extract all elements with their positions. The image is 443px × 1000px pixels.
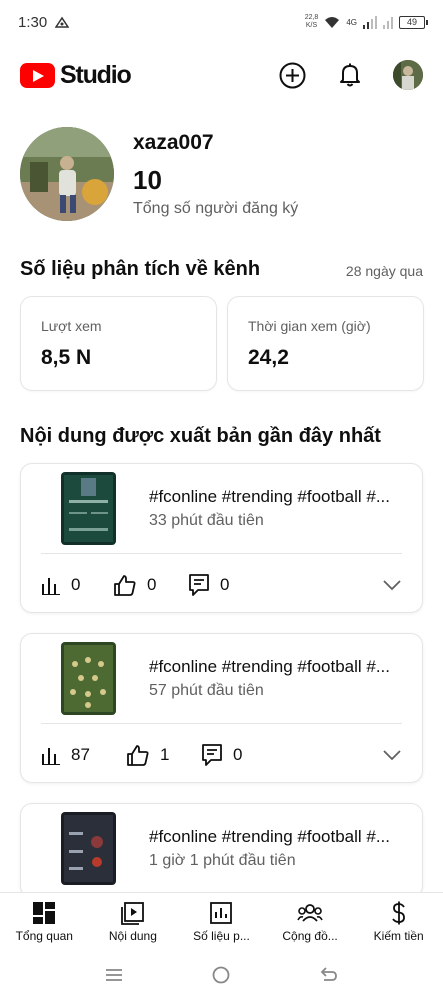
notifications-button[interactable] <box>335 60 365 90</box>
youtube-studio-logo[interactable]: Studio <box>20 60 132 90</box>
video-title: #fconline #trending #football #... <box>149 827 391 846</box>
analytics-title: Số liệu phân tích về kênh <box>20 258 261 280</box>
back-icon[interactable] <box>319 966 339 984</box>
status-time: 1:30 <box>18 13 48 31</box>
add-circle-icon <box>279 62 305 88</box>
nav-label: Nội dung <box>108 929 157 943</box>
nav-label: Số liệu p... <box>193 929 250 943</box>
video-stats: 0 0 0 <box>41 570 402 600</box>
video-thumbnail-image-icon <box>61 642 116 715</box>
thumbs-up-icon <box>127 745 149 766</box>
comments-stat: 0 <box>201 743 242 767</box>
dashboard-icon <box>33 902 56 924</box>
video-time: 1 giờ 1 phút đầu tiên <box>149 852 296 869</box>
video-card[interactable]: #fconline #trending #football #... 57 ph… <box>20 633 423 783</box>
channel-header: xaza007 10 Tổng số người đăng ký <box>20 127 298 221</box>
bell-icon <box>340 63 360 87</box>
nav-label: Cộng đồ... <box>282 929 338 943</box>
video-thumbnail[interactable] <box>61 812 116 885</box>
analytics-icon <box>210 902 233 924</box>
comments-count: 0 <box>220 575 230 594</box>
signal-icon <box>363 15 377 29</box>
channel-avatar[interactable] <box>20 127 114 221</box>
status-bar: 1:30 22,8 K/S 4G 49 <box>0 0 443 44</box>
create-button[interactable] <box>277 60 307 90</box>
avatar-image-icon <box>393 60 423 90</box>
wifi-icon <box>325 16 340 28</box>
nav-label: Tổng quan <box>15 929 73 943</box>
likes-stat: 1 <box>126 744 201 766</box>
likes-count: 1 <box>160 745 170 764</box>
notification-icon <box>55 16 70 28</box>
video-info[interactable]: #fconline #trending #football #... 1 giờ… <box>21 804 422 894</box>
watch-time-card[interactable]: Thời gian xem (giờ) 24,2 <box>227 296 424 391</box>
divider <box>41 553 402 554</box>
nav-item-community[interactable]: Cộng đồ... <box>266 893 355 950</box>
watch-time-label: Thời gian xem (giờ) <box>248 318 371 334</box>
youtube-logo-icon <box>20 62 55 88</box>
system-navigation-bar <box>0 950 443 1000</box>
comments-stat: 0 <box>188 573 229 597</box>
video-info[interactable]: #fconline #trending #football #... 57 ph… <box>21 634 422 724</box>
video-thumbnail[interactable] <box>61 642 116 715</box>
signal-icon-2 <box>383 16 393 29</box>
content-icon <box>120 902 144 925</box>
nav-label: Kiếm tiền <box>373 929 424 943</box>
channel-name: xaza007 <box>133 130 214 154</box>
analytics-period: 28 ngày qua <box>345 263 423 279</box>
video-title: #fconline #trending #football #... <box>149 657 391 676</box>
video-title: #fconline #trending #football #... <box>149 487 391 506</box>
views-value: 8,5 N <box>41 346 92 369</box>
subscriber-label: Tổng số người đăng ký <box>133 199 299 217</box>
app-title: Studio <box>60 60 132 89</box>
chevron-down-icon[interactable] <box>382 749 402 761</box>
network-type: 4G <box>346 17 357 27</box>
menu-icon[interactable] <box>104 967 124 983</box>
net-speed: 22,8 K/S <box>304 14 319 29</box>
channel-avatar-image-icon <box>20 127 114 221</box>
video-time: 57 phút đầu tiên <box>149 682 264 699</box>
comments-count: 0 <box>233 745 243 764</box>
video-thumbnail-image-icon <box>61 812 116 885</box>
likes-count: 0 <box>147 575 157 594</box>
bottom-navigation: Tổng quan Nội dung Số liệu p... Cộng đồ.… <box>0 892 443 950</box>
account-avatar[interactable] <box>393 60 423 90</box>
views-count: 87 <box>71 745 90 764</box>
watch-time-value: 24,2 <box>248 346 289 369</box>
video-card[interactable]: #fconline #trending #football #... 33 ph… <box>20 463 423 613</box>
earn-icon <box>391 901 405 925</box>
video-info[interactable]: #fconline #trending #football #... 33 ph… <box>21 464 422 554</box>
subscriber-count: 10 <box>133 164 162 195</box>
video-thumbnail[interactable] <box>61 472 116 545</box>
comment-icon <box>189 574 209 596</box>
video-thumbnail-image-icon <box>61 472 116 545</box>
community-icon <box>297 904 323 922</box>
recent-content-title: Nội dung được xuất bản gần đây nhất <box>20 425 381 447</box>
thumbs-up-icon <box>114 575 136 596</box>
comment-icon <box>202 744 222 766</box>
nav-item-dashboard[interactable]: Tổng quan <box>0 893 89 950</box>
bar-chart-icon <box>42 748 60 765</box>
bar-chart-icon <box>42 578 60 595</box>
likes-stat: 0 <box>113 574 188 596</box>
divider <box>41 723 402 724</box>
views-card[interactable]: Lượt xem 8,5 N <box>20 296 217 391</box>
views-label: Lượt xem <box>41 318 102 334</box>
nav-item-analytics[interactable]: Số liệu p... <box>177 893 266 950</box>
video-card[interactable]: #fconline #trending #football #... 1 giờ… <box>20 803 423 898</box>
video-time: 33 phút đầu tiên <box>149 512 264 529</box>
app-bar: Studio <box>0 50 443 100</box>
home-icon[interactable] <box>211 965 231 985</box>
views-stat: 87 <box>41 745 126 765</box>
chevron-down-icon[interactable] <box>382 579 402 591</box>
views-count: 0 <box>71 575 81 594</box>
views-stat: 0 <box>41 575 113 595</box>
nav-item-content[interactable]: Nội dung <box>89 893 178 950</box>
video-stats: 87 1 0 <box>41 740 402 770</box>
nav-item-earn[interactable]: Kiếm tiền <box>354 893 443 950</box>
battery-indicator: 49 <box>399 15 428 29</box>
